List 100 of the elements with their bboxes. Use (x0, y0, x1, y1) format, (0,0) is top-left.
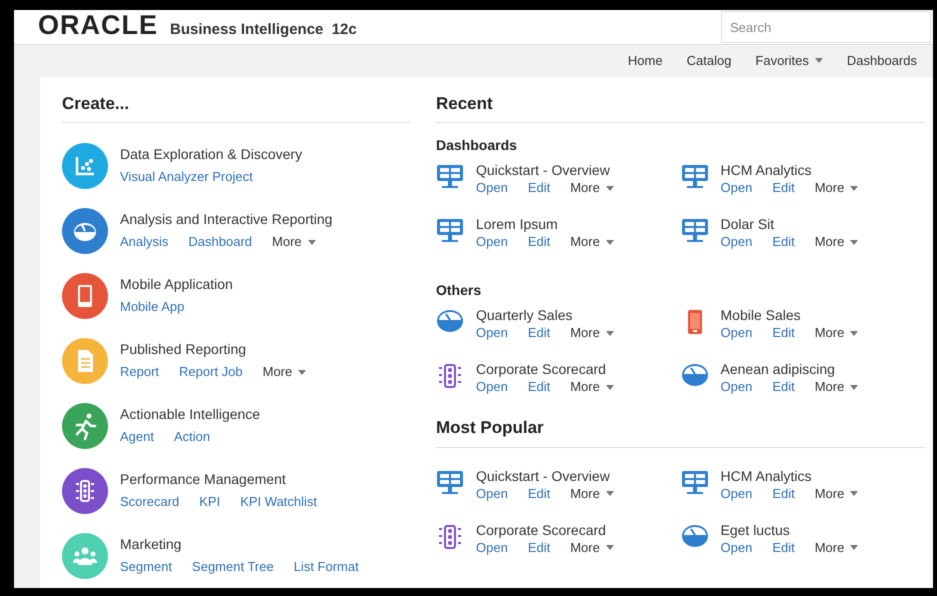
link[interactable]: Edit (772, 486, 795, 502)
link[interactable]: Action (174, 427, 210, 447)
category-title: Published Reporting (120, 340, 248, 360)
caret-icon (606, 186, 614, 190)
subsection-heading: Dashboards (436, 136, 518, 155)
nav-link[interactable]: Home (628, 51, 663, 70)
item-title[interactable]: Corporate Scorecard (476, 520, 614, 540)
item-title[interactable]: HCM Analytics (720, 466, 858, 486)
item-title[interactable]: Quickstart - Overview (476, 466, 614, 486)
more-menu[interactable]: More (814, 325, 858, 341)
link[interactable]: Segment Tree (192, 557, 274, 577)
more-menu[interactable]: More (570, 180, 614, 196)
caret-icon (850, 491, 858, 496)
link[interactable]: Open (476, 325, 508, 341)
link[interactable]: Edit (772, 180, 795, 196)
link[interactable]: Segment (120, 557, 172, 577)
monitor-icon (680, 164, 708, 190)
link[interactable]: Edit (772, 234, 795, 250)
caret-icon (850, 330, 858, 336)
link[interactable]: Open (720, 325, 752, 341)
more-menu[interactable]: More (814, 180, 858, 196)
nav-link[interactable]: Favorites (755, 51, 823, 70)
more-menu[interactable]: More (570, 379, 614, 395)
item-title[interactable]: Quickstart - Overview (476, 160, 614, 180)
link[interactable]: Open (476, 234, 508, 250)
link[interactable]: Edit (528, 486, 550, 502)
item-title[interactable]: Dolar Sit (720, 214, 858, 234)
link[interactable]: Report Job (179, 362, 243, 382)
more-menu[interactable]: More (570, 540, 614, 556)
link[interactable]: KPI (199, 492, 220, 512)
category-title: Analysis and Interactive Reporting (120, 210, 332, 230)
link[interactable]: Report (120, 362, 160, 382)
link[interactable]: Open (476, 180, 508, 196)
item-title[interactable]: Lorem Ipsum (476, 214, 614, 234)
gauge-icon (680, 363, 708, 387)
link[interactable]: Open (720, 180, 752, 196)
nav-link[interactable]: Dashboards (846, 51, 917, 70)
link[interactable]: Analysis (120, 232, 168, 252)
caret-icon (606, 545, 614, 550)
traffic-light-icon (436, 524, 464, 550)
link[interactable]: Open (476, 540, 508, 556)
category-title: Marketing (120, 535, 182, 554)
caret-icon (850, 186, 858, 190)
section-heading: Create... (62, 90, 410, 123)
link[interactable]: Visual Analyzer Project (120, 167, 253, 187)
item-title[interactable]: Eget luctus (720, 520, 858, 540)
brand-logo: ORACLE (38, 12, 158, 40)
link[interactable]: Edit (528, 325, 550, 341)
caret-icon (606, 491, 614, 496)
item-title[interactable]: Mobile Sales (720, 305, 858, 325)
category-title: Performance Management (120, 470, 287, 490)
monitor-icon (680, 470, 708, 496)
link[interactable]: Edit (772, 325, 795, 341)
more-menu[interactable]: More (272, 232, 316, 252)
more-menu[interactable]: More (570, 234, 614, 250)
category-title: Data Exploration & Discovery (120, 145, 302, 164)
link[interactable]: Open (476, 379, 508, 395)
link[interactable]: Open (476, 486, 508, 502)
link[interactable]: Agent (120, 427, 154, 447)
nav-link[interactable]: Catalog (686, 51, 732, 70)
link[interactable]: KPI Watchlist (240, 492, 318, 512)
caret-icon (606, 240, 614, 244)
more-menu[interactable]: More (814, 540, 858, 556)
link[interactable]: Edit (528, 379, 550, 395)
link[interactable]: Scorecard (120, 492, 180, 512)
subsection-heading: Others (436, 281, 482, 300)
monitor-icon (436, 164, 464, 190)
link[interactable]: Edit (528, 234, 550, 250)
caret-icon (606, 330, 614, 336)
link[interactable]: Open (720, 234, 752, 250)
more-menu[interactable]: More (814, 379, 858, 395)
link[interactable]: Open (720, 486, 752, 502)
more-menu[interactable]: More (570, 486, 614, 502)
section-heading: Recent (436, 90, 925, 123)
link[interactable]: Edit (772, 379, 795, 395)
item-title[interactable]: Corporate Scorecard (476, 359, 614, 379)
link[interactable]: Open (720, 379, 752, 395)
link[interactable]: Edit (528, 540, 550, 556)
product-name: Business Intelligence 12c (170, 20, 357, 40)
item-title[interactable]: Aenean adipiscing (720, 359, 858, 379)
more-menu[interactable]: More (262, 362, 306, 382)
item-title[interactable]: HCM Analytics (720, 160, 858, 180)
item-title[interactable]: Quarterly Sales (476, 305, 614, 325)
link[interactable]: List Format (294, 557, 359, 577)
link[interactable]: Edit (528, 180, 550, 196)
category-title: Actionable Intelligence (120, 405, 260, 424)
document-icon (62, 338, 108, 384)
link[interactable]: Mobile App (120, 297, 184, 317)
people-icon (62, 532, 108, 578)
monitor-icon (436, 218, 464, 244)
caret-icon (850, 384, 858, 390)
more-menu[interactable]: More (570, 325, 614, 341)
more-menu[interactable]: More (814, 234, 858, 250)
link[interactable]: Edit (772, 540, 795, 556)
caret-icon (308, 240, 316, 244)
link[interactable]: Dashboard (188, 232, 252, 252)
gauge-icon (436, 309, 464, 333)
link[interactable]: Open (720, 540, 752, 556)
search-field[interactable]: Search (721, 11, 931, 43)
more-menu[interactable]: More (814, 486, 858, 502)
